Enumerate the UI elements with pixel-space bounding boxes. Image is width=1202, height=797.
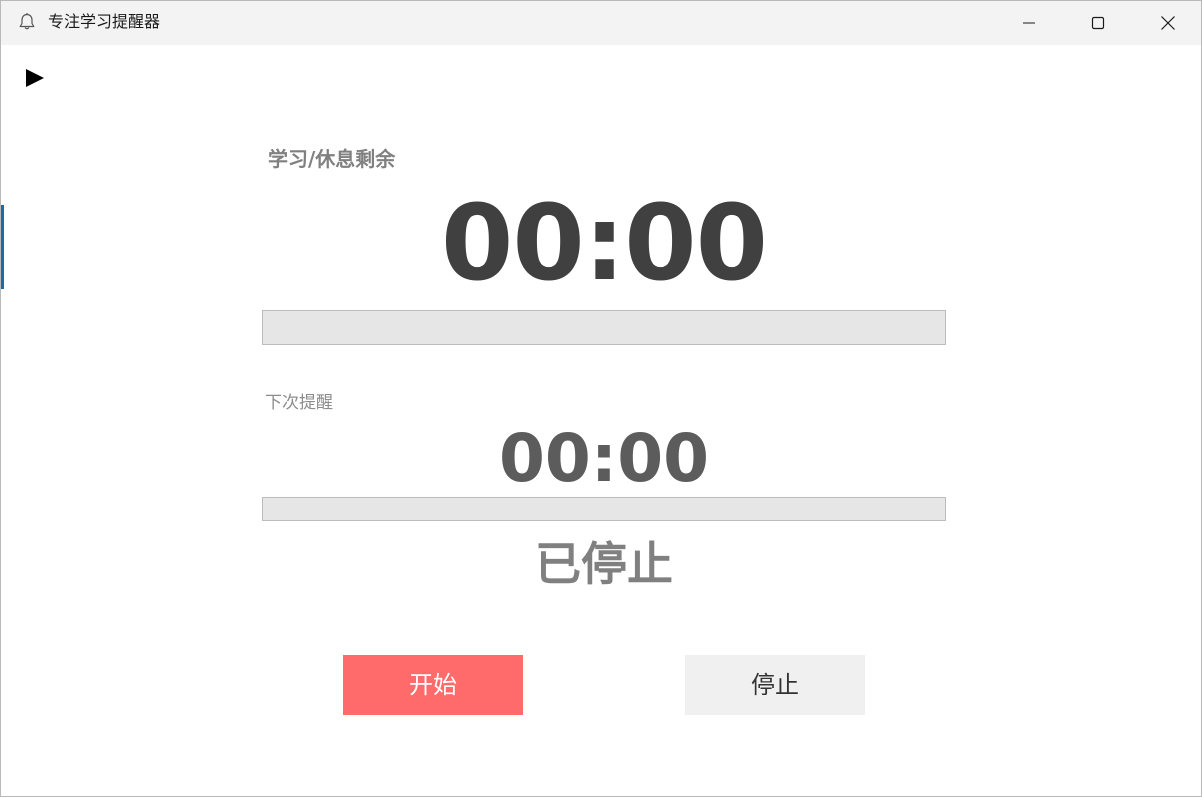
app-window: 专注学习提醒器 学习/休息剩余 00:00 下次提醒 00:00 已停止 开始 … [0, 0, 1202, 797]
minimize-icon [1023, 22, 1035, 24]
next-reminder-timer: 00:00 [498, 420, 710, 497]
window-title: 专注学习提醒器 [48, 12, 161, 31]
study-timer: 00:00 [440, 182, 768, 304]
title-bar[interactable]: 专注学习提醒器 [1, 1, 1201, 45]
start-button[interactable]: 开始 [343, 655, 523, 715]
status-text: 已停止 [535, 537, 673, 591]
close-button[interactable] [1145, 1, 1191, 45]
stop-button[interactable]: 停止 [685, 655, 865, 715]
play-icon [26, 69, 44, 87]
left-edge-accent [1, 205, 4, 289]
maximize-button[interactable] [1075, 1, 1121, 45]
bell-icon [17, 12, 37, 32]
minimize-button[interactable] [1006, 1, 1052, 45]
play-button[interactable] [23, 67, 47, 91]
maximize-icon [1091, 16, 1105, 30]
close-icon [1161, 16, 1175, 30]
study-progress-bar [262, 310, 946, 345]
next-reminder-progress-bar [262, 497, 946, 521]
next-reminder-label: 下次提醒 [265, 393, 333, 413]
study-rest-remaining-label: 学习/休息剩余 [268, 147, 396, 171]
